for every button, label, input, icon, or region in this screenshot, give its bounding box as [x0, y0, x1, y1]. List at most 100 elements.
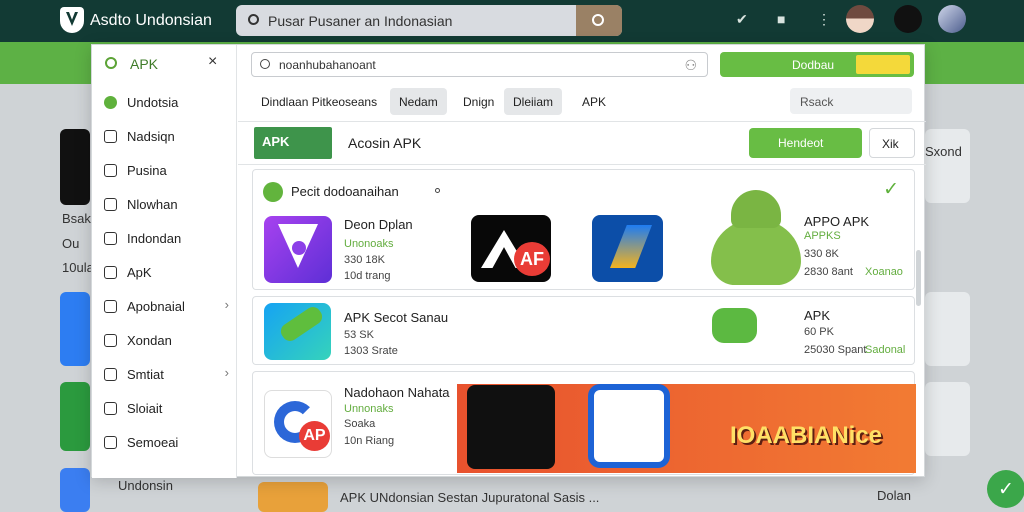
bg-left-text-2: Ou: [62, 236, 80, 251]
apk-title: Acosin APK: [348, 135, 422, 151]
yellow-indicator: [856, 55, 910, 74]
promo-icon-blue: [588, 384, 670, 468]
tab-2[interactable]: Dnign: [454, 88, 503, 115]
sidebar-item-3[interactable]: Nlowhan: [92, 191, 237, 219]
app-title-appo: APPO APK: [804, 214, 870, 229]
tab-4[interactable]: APK: [573, 88, 615, 115]
bg-bottom-main: APK UNdonsian Sestan Jupuratonal Sasis .…: [340, 490, 600, 505]
app-line1-secot: 53 SK: [344, 329, 374, 341]
bg-right-card-2: [925, 292, 970, 366]
main-search-placeholder: noanhubahanoant: [279, 58, 376, 72]
avatar[interactable]: [846, 5, 874, 33]
android-icon: [104, 300, 117, 313]
document-icon: [104, 130, 117, 143]
sidebar-item-5[interactable]: ApK: [92, 259, 237, 287]
sidebar-label: Sloiait: [127, 401, 163, 416]
list-icon: [104, 164, 117, 177]
search-button[interactable]: [576, 5, 622, 36]
secondary-label: Xik: [882, 137, 899, 151]
app-line2-secot: 1303 Srate: [344, 345, 398, 357]
app-right-appo: Xoanao: [865, 266, 903, 278]
sidebar-label: Xondan: [127, 333, 172, 348]
bg-left-card-4: [60, 468, 90, 512]
check-icon: ✓: [883, 179, 899, 200]
sidebar-label: Nadsiqn: [127, 129, 175, 144]
sidebar-item-2[interactable]: Pusina: [92, 157, 237, 185]
app-icon-ap[interactable]: AP: [264, 390, 332, 458]
grid-icon: [104, 334, 117, 347]
secondary-button[interactable]: Xik: [869, 128, 915, 158]
apk-badge: APK: [254, 127, 332, 159]
app-title-secot: APK Secot Sanau: [344, 310, 449, 325]
main-search-input[interactable]: noanhubahanoant ⚇: [251, 52, 708, 77]
sidebar-item-4[interactable]: Indondan: [92, 225, 237, 253]
app-title-deon: Deon Dplan: [344, 217, 413, 232]
bg-bottom-left-text: Undonsin: [118, 478, 173, 493]
apps-section-1: Pecit dodoanaihan ✓ Deon Dplan Unonoaks …: [252, 169, 915, 290]
search-icon: [248, 14, 259, 25]
tab-1[interactable]: Nedam: [390, 88, 447, 115]
search-icon: [260, 59, 270, 69]
user-icon: [104, 402, 117, 415]
sidebar-label: Apobnaial: [127, 299, 185, 314]
app-title-nadohaon: Nadohaon Nahata: [344, 385, 450, 400]
avatar[interactable]: [938, 5, 966, 33]
app-icon-deon[interactable]: [264, 216, 332, 283]
tab-search[interactable]: Rsack: [790, 88, 912, 114]
floating-check-button[interactable]: [987, 470, 1024, 508]
app-line2-apk: 25030 Spant: [804, 344, 867, 356]
sidebar-item-7[interactable]: Xondan: [92, 327, 237, 355]
sidebar-item-6[interactable]: Apobnaial ›: [92, 293, 237, 321]
sidebar-label: Pusina: [127, 163, 167, 178]
apk-icon: [104, 266, 117, 279]
app-icon-blue[interactable]: [592, 215, 663, 282]
top-bar: Asdto Undonsian Pusar Pusaner an Indonas…: [0, 0, 1024, 42]
app-right-apk: Sadonal: [865, 344, 906, 356]
sidebar: APK × Undotsia Nadsiqn Pusina Nlowhan Indond…: [92, 45, 237, 478]
promo-banner[interactable]: IOAABIANice: [457, 384, 916, 473]
sidebar-label: Semoeai: [127, 435, 179, 450]
android-icon: [711, 190, 801, 290]
bg-right-card-3: [925, 382, 970, 456]
avatar[interactable]: [894, 5, 922, 33]
top-search-bar[interactable]: Pusar Pusaner an Indonasian: [236, 5, 622, 36]
scrollbar[interactable]: [916, 250, 921, 306]
folder-icon: [104, 436, 117, 449]
leaf-icon: [263, 182, 283, 202]
tab-3[interactable]: Dleiiam: [504, 88, 563, 115]
app-line1-apk: 60 PK: [804, 326, 834, 338]
bookmark-icon[interactable]: ✔: [736, 11, 748, 28]
bg-bottom-card: [258, 482, 328, 512]
main-content: noanhubahanoant ⚇ Dodbau Dindlaan Pitkeo…: [238, 45, 926, 478]
search-icon: [105, 57, 117, 69]
sidebar-item-1[interactable]: Nadsiqn: [92, 123, 237, 151]
app-title-apk: APK: [804, 308, 831, 323]
apk-dialog: APK × Undotsia Nadsiqn Pusina Nlowhan Indond…: [91, 44, 926, 478]
app-icon-black[interactable]: AF: [471, 215, 551, 282]
sidebar-item-9[interactable]: Sloiait: [92, 395, 237, 423]
sidebar-item-8[interactable]: Smtiat ›: [92, 361, 237, 389]
close-icon[interactable]: ×: [208, 53, 217, 71]
settings-icon: [104, 96, 117, 109]
sidebar-search[interactable]: APK ×: [92, 45, 237, 83]
tab-0[interactable]: Dindlaan Pitkeoseans: [252, 88, 386, 115]
sidebar-label: Undotsia: [127, 95, 179, 110]
top-search-text: Pusar Pusaner an Indonasian: [268, 13, 453, 29]
app-line2-appo: 2830 8ant: [804, 266, 853, 278]
bookmark-icon: [104, 232, 117, 245]
app-icon-secot[interactable]: [264, 303, 331, 360]
app-line1-nadohaon: Soaka: [344, 418, 376, 430]
sidebar-label: Smtiat: [127, 367, 164, 382]
sidebar-label: Nlowhan: [127, 197, 178, 212]
sidebar-item-10[interactable]: Semoeai: [92, 429, 237, 457]
folder-icon[interactable]: ■: [777, 11, 785, 27]
main-download-button[interactable]: Hendeot: [749, 128, 862, 158]
more-icon[interactable]: ⋮: [817, 11, 831, 28]
bg-left-text-1: Bsak: [62, 211, 91, 226]
sidebar-label: ApK: [127, 265, 152, 280]
top-action-button[interactable]: Dodbau: [720, 52, 914, 77]
sidebar-item-0[interactable]: Undotsia: [92, 89, 237, 117]
promo-icon-black: [467, 385, 555, 469]
user-icon[interactable]: ⚇: [684, 57, 697, 74]
main-download-label: Hendeot: [778, 136, 824, 150]
